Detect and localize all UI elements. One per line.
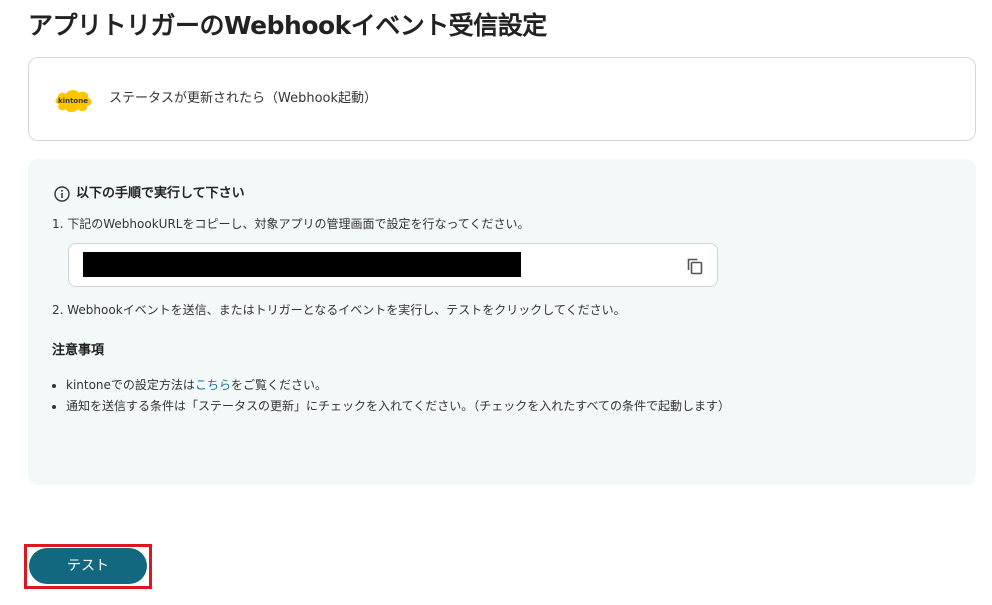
kintone-logo-text: kintone — [58, 97, 88, 105]
page-title: アプリトリガーのWebhookイベント受信設定 — [28, 11, 547, 40]
step-2-text: 2. Webhookイベントを送信、またはトリガーとなるイベントを実行し、テスト… — [52, 303, 626, 317]
webhook-settings-page: アプリトリガーのWebhookイベント受信設定 kintone ステータスが更新… — [0, 0, 992, 605]
notes-list: kintoneでの設定方法はこちらをご覧ください。 通知を送信する条件は「ステー… — [52, 375, 730, 417]
notes-heading: 注意事項 — [52, 343, 105, 358]
kintone-logo-icon: kintone — [55, 90, 92, 112]
note-item-1-prefix: kintoneでの設定方法は — [66, 378, 195, 392]
note-item-status-condition: 通知を送信する条件は「ステータスの更新」にチェックを入れてください。（チェックを… — [66, 396, 730, 417]
note-item-setup-guide: kintoneでの設定方法はこちらをご覧ください。 — [66, 375, 730, 396]
trigger-card: kintone ステータスが更新されたら（Webhook起動） — [28, 57, 976, 141]
test-button[interactable]: テスト — [29, 548, 147, 584]
trigger-label: ステータスが更新されたら（Webhook起動） — [109, 91, 378, 106]
webhook-url-field[interactable] — [68, 243, 718, 287]
instructions-heading: 以下の手順で実行して下さい — [54, 184, 245, 204]
copy-icon[interactable] — [685, 256, 705, 276]
instructions-heading-text: 以下の手順で実行して下さい — [76, 186, 245, 201]
setup-guide-link[interactable]: こちら — [195, 378, 231, 392]
webhook-url-value-redacted — [83, 252, 521, 277]
note-item-1-suffix: をご覧ください。 — [230, 378, 327, 392]
instructions-panel: 以下の手順で実行して下さい 1. 下記のWebhookURLをコピーし、対象アプ… — [28, 159, 976, 485]
step-1-text: 1. 下記のWebhookURLをコピーし、対象アプリの管理画面で設定を行なって… — [52, 217, 530, 231]
info-icon — [54, 186, 70, 202]
